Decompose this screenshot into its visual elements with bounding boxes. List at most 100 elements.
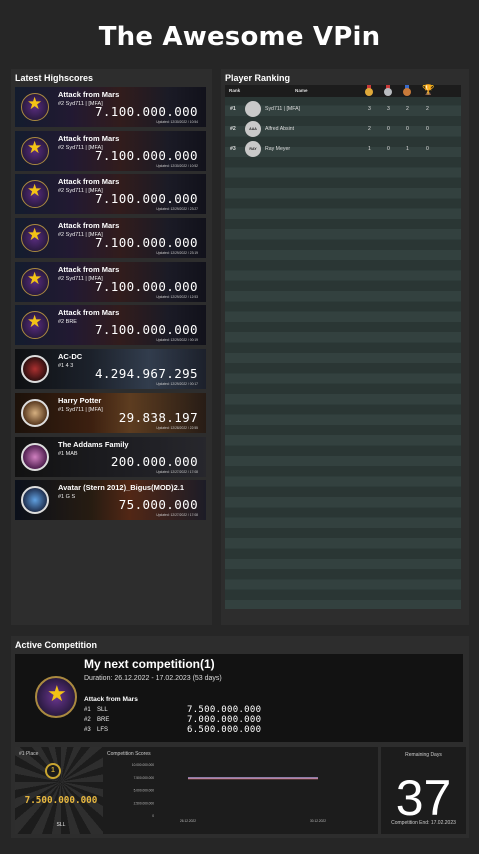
- ranking-gold-count: 3: [368, 106, 371, 112]
- competition-score-row: #3 LFS: [84, 727, 108, 733]
- ranking-title: Player Ranking: [225, 73, 291, 83]
- highscore-player: #1 Syd711 | [MFA]: [58, 406, 103, 413]
- highscore-game: Attack from Mars: [58, 133, 120, 143]
- ranking-gold-count: 2: [368, 126, 371, 132]
- avatar: [245, 101, 261, 117]
- competition-banner[interactable]: ★ My next competition(1) Duration: 26.12…: [15, 654, 463, 742]
- attack-from-mars-logo: ★: [21, 136, 49, 165]
- highscore-item[interactable]: ★ Attack from Mars #2 Syd711 | [MFA] 7.100.…: [15, 261, 206, 302]
- ranking-bronze-count: 0: [406, 126, 409, 132]
- ranking-bronze-count: 2: [406, 106, 409, 112]
- name-column-header: Name: [295, 88, 308, 93]
- remaining-days-label: Remaining Days: [405, 752, 442, 758]
- first-place-score: 7.500.000.000: [24, 795, 98, 806]
- competition-panel: Active Competition ★ My next competition…: [11, 636, 469, 838]
- highscore-updated: Updated: 12/30/2022 / 10:54: [156, 120, 198, 124]
- highscore-updated: Updated: 12/27/2022 / 17:08: [156, 469, 198, 474]
- ranking-silver-count: 3: [387, 106, 390, 112]
- highscore-score: 7.100.000.000: [94, 191, 198, 207]
- competition-score-row: #2 BRE: [84, 717, 109, 723]
- highscore-item[interactable]: ★ Attack from Mars #2 Syd711 | [MFA] 7.100.…: [15, 218, 206, 259]
- avatar-logo: [21, 486, 49, 515]
- highscore-updated: Updated: 12/27/2022 / 17:08: [156, 513, 198, 518]
- competition-duration: Duration: 26.12.2022 - 17.02.2023 (53 da…: [84, 675, 222, 682]
- highscore-score: 7.100.000.000: [94, 278, 198, 294]
- ranking-row[interactable]: #2 AAA Alfred Absint 2 0 0 0: [225, 119, 461, 139]
- y-tick-label: 0: [152, 814, 154, 818]
- highscore-score: 7.100.000.000: [94, 147, 198, 163]
- competition-score-player: BRE: [97, 717, 110, 723]
- ranking-silver-count: 0: [387, 146, 390, 152]
- attack-from-mars-logo: ★: [35, 676, 77, 718]
- competition-end: Competition End: 17.02.2023: [391, 820, 456, 826]
- highscore-score: 7.100.000.000: [94, 322, 198, 338]
- highscore-player: #1 G S: [58, 494, 76, 501]
- ranking-name: Syd711 | [MFA]: [265, 106, 300, 112]
- highscore-score: 7.100.000.000: [94, 235, 198, 251]
- ranking-rank: #2: [230, 126, 236, 132]
- competition-name: My next competition(1): [84, 657, 215, 671]
- ranking-panel: Player Ranking Rank Name 🏆 #1 Syd711 | [M…: [221, 69, 469, 625]
- highscore-updated: Updated: 12/30/2022 / 10:52: [156, 163, 198, 168]
- highscore-score: 29.838.197: [118, 409, 198, 425]
- highscore-score: 7.100.000.000: [94, 104, 198, 119]
- highscore-game: Avatar (Stern 2012)_Bigus(MOD)2.1: [58, 483, 185, 493]
- ranking-row[interactable]: #3 RAY Ray Meyer 1 0 1 0: [225, 139, 461, 159]
- harry-potter-logo: [21, 398, 49, 427]
- acdc-logo: [21, 355, 49, 384]
- highscore-player: #2 BRE: [58, 319, 77, 326]
- addams-family-logo: [21, 442, 49, 471]
- highscore-item[interactable]: ★ Attack from Mars #2 BRE 7.100.000.000 Upda…: [15, 305, 206, 346]
- competition-score-pos: #3: [84, 727, 91, 733]
- highscore-game: Attack from Mars: [58, 221, 120, 231]
- competition-title: Active Competition: [15, 640, 98, 650]
- highscore-game: Harry Potter: [58, 395, 102, 405]
- ranking-row[interactable]: #1 Syd711 | [MFA] 3 3 2 2: [225, 99, 461, 119]
- competition-score-player: LFS: [97, 727, 109, 733]
- y-tick-label: 5.000.000.000: [134, 789, 155, 793]
- highscore-item[interactable]: Harry Potter #1 Syd711 | [MFA] 29.838.197 U…: [15, 392, 206, 433]
- highscore-score: 200.000.000: [110, 453, 198, 469]
- app-title: The Awesome VPin: [98, 22, 381, 52]
- ranking-gold-count: 1: [368, 146, 371, 152]
- highscore-item[interactable]: ★ Attack from Mars #2 Syd711 | [MFA] 7.100.…: [15, 130, 206, 171]
- first-place-player: SLL: [56, 822, 66, 828]
- rank-column-header: Rank: [229, 88, 241, 93]
- highscore-updated: Updated: 12/29/2022 / 23:27: [156, 207, 198, 212]
- highscore-item[interactable]: AC-DC #1 4 3 4.294.967.295 Updated: 12/29/2…: [15, 349, 206, 390]
- ranking-trophy-count: 0: [426, 126, 429, 132]
- gold-medal-icon: [364, 85, 374, 96]
- ranking-bronze-count: 1: [406, 146, 409, 152]
- highscore-updated: Updated: 12/29/2022 / 12:53: [156, 294, 198, 299]
- highscore-game: Attack from Mars: [58, 177, 120, 187]
- highscores-panel: Latest Highscores ★ Attack from Mars #2 Sy…: [11, 69, 212, 625]
- highscore-item[interactable]: The Addams Family #1 MAB 200.000.000 Update…: [15, 436, 206, 477]
- highscore-player: #1 4 3: [58, 363, 74, 370]
- attack-from-mars-logo: ★: [21, 93, 49, 121]
- highscores-list: ★ Attack from Mars #2 Syd711 | [MFA] 7.100.…: [15, 87, 206, 524]
- competition-score-value: 6.500.000.000: [187, 725, 262, 735]
- highscore-player: #1 MAB: [58, 450, 78, 457]
- attack-from-mars-logo: ★: [21, 267, 49, 296]
- highscore-score: 75.000.000: [118, 497, 198, 513]
- highscore-updated: Updated: 12/29/2022 / 00:17: [156, 382, 198, 387]
- ranking-table: Rank Name 🏆 #1 Syd711 | [MFA] 3 3 2 2 #2 AAA Alf…: [225, 85, 461, 609]
- ranking-silver-count: 0: [387, 126, 390, 132]
- x-tick-label: 30.12.2022: [310, 819, 326, 823]
- highscore-score: 4.294.967.295: [94, 366, 198, 382]
- competition-score-player: SLL: [97, 707, 108, 713]
- highscore-item[interactable]: ★ Attack from Mars #2 Syd711 | [MFA] 7.100.…: [15, 174, 206, 215]
- highscore-updated: Updated: 12/29/2022 / 23:19: [156, 251, 198, 256]
- competition-score-row: #1 SLL: [84, 707, 108, 713]
- ranking-rank: #1: [230, 106, 236, 112]
- rays-background: [15, 747, 107, 834]
- highscore-item[interactable]: Avatar (Stern 2012)_Bigus(MOD)2.1 #1 G S 7…: [15, 480, 206, 521]
- highscore-item[interactable]: ★ Attack from Mars #2 Syd711 | [MFA] 7.100.…: [15, 87, 206, 127]
- highscores-title: Latest Highscores: [15, 73, 94, 83]
- y-tick-label: 7.500.000.000: [134, 776, 155, 780]
- trophy-icon: 🏆: [422, 85, 435, 96]
- competition-score-pos: #2: [84, 717, 91, 723]
- highscore-game: The Addams Family: [58, 439, 129, 449]
- ranking-trophy-count: 2: [426, 106, 429, 112]
- competition-scores-chart: 10.000.000.000 7.500.000.000 5.000.000.000…: [132, 763, 326, 823]
